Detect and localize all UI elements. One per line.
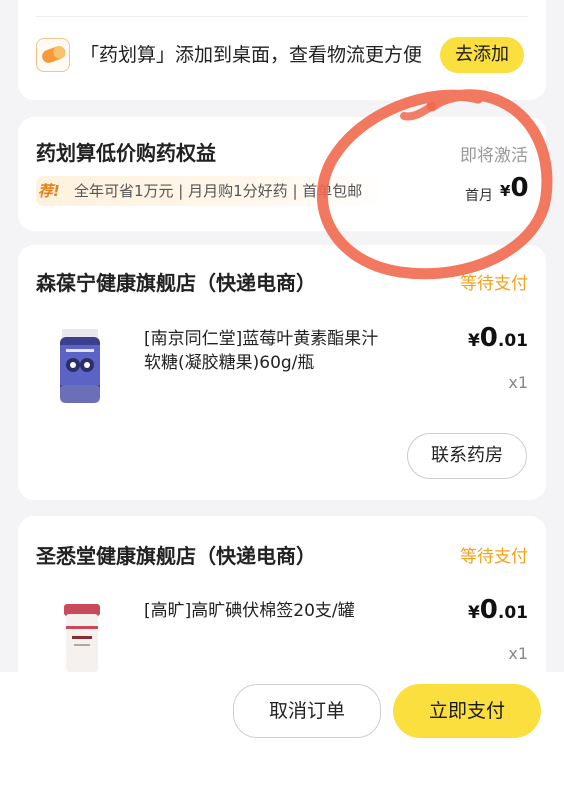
contact-pharmacy-button[interactable]: 联系药房 bbox=[407, 433, 527, 479]
price-decimal: .01 bbox=[497, 331, 528, 351]
benefit-price: ¥0 bbox=[500, 173, 529, 203]
benefit-price-value: 0 bbox=[510, 173, 529, 203]
product-image-cotton-swab-jar[interactable] bbox=[62, 602, 102, 678]
price-decimal: .01 bbox=[497, 603, 528, 623]
product-quantity: x1 bbox=[508, 373, 528, 392]
add-to-desktop-card: 「药划算」添加到桌面，查看物流更方便 去添加 bbox=[18, 0, 546, 100]
pay-now-button[interactable]: 立即支付 bbox=[393, 684, 541, 738]
recommend-tag: 荐! bbox=[38, 182, 60, 200]
product-price: ¥0.01 bbox=[468, 595, 528, 625]
order-card: 森葆宁健康旗舰店（快递电商） 等待支付 [南京同仁堂]蓝莓叶黄素酯果汁软糖(凝胶… bbox=[18, 245, 546, 500]
order-status: 等待支付 bbox=[460, 274, 528, 294]
product-quantity: x1 bbox=[508, 644, 528, 663]
first-month-label: 首月 bbox=[465, 188, 493, 204]
product-image-gummy-bottle[interactable] bbox=[56, 327, 104, 411]
store-name[interactable]: 森葆宁健康旗舰店（快递电商） bbox=[36, 267, 316, 296]
add-to-desktop-text: 「药划算」添加到桌面，查看物流更方便 bbox=[80, 44, 423, 66]
cancel-order-button[interactable]: 取消订单 bbox=[233, 684, 381, 738]
price-integer: 0 bbox=[479, 595, 498, 625]
bottom-action-bar: 取消订单 立即支付 bbox=[0, 672, 564, 800]
store-name[interactable]: 圣悉堂健康旗舰店（快递电商） bbox=[36, 540, 316, 569]
order-status: 等待支付 bbox=[460, 547, 528, 567]
app-pill-icon bbox=[36, 38, 70, 72]
currency-symbol: ¥ bbox=[467, 331, 480, 351]
benefit-card[interactable]: 药划算低价购药权益 即将激活 荐! 全年可省1万元 | 月月购1分好药 | 首单… bbox=[18, 117, 546, 231]
benefit-status: 即将激活 bbox=[460, 146, 528, 166]
add-to-desktop-button[interactable]: 去添加 bbox=[440, 37, 524, 73]
benefit-tagline: 全年可省1万元 | 月月购1分好药 | 首单包邮 bbox=[74, 182, 363, 200]
currency-symbol: ¥ bbox=[467, 603, 480, 623]
divider bbox=[36, 16, 528, 17]
benefit-title: 药划算低价购药权益 bbox=[36, 141, 216, 165]
product-price: ¥0.01 bbox=[468, 323, 528, 353]
price-integer: 0 bbox=[479, 323, 498, 353]
currency-symbol: ¥ bbox=[500, 182, 511, 200]
product-name[interactable]: [南京同仁堂]蓝莓叶黄素酯果汁软糖(凝胶糖果)60g/瓶 bbox=[144, 327, 384, 375]
product-name[interactable]: [高旷]高旷碘伏棉签20支/罐 bbox=[144, 599, 384, 623]
